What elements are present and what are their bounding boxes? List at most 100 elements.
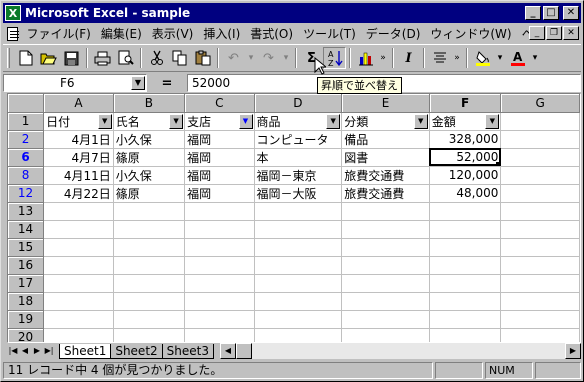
- worksheet[interactable]: A B C D E F G 1 日付 ▼ 氏名 ▼ 支店 ▼ 商品 ▼ 分類 ▼ 金額 ▼ …: [7, 93, 581, 343]
- cell[interactable]: [184, 292, 255, 311]
- row-header[interactable]: 17: [8, 274, 45, 293]
- cell[interactable]: [184, 274, 255, 293]
- workbook-minimize-button[interactable]: _: [529, 26, 545, 40]
- header-cell[interactable]: 支店 ▼: [184, 112, 255, 131]
- cell[interactable]: [113, 328, 186, 342]
- active-cell[interactable]: 52,000: [429, 148, 502, 167]
- column-header-a[interactable]: A: [43, 94, 114, 113]
- cell[interactable]: [43, 328, 114, 342]
- cell[interactable]: [254, 310, 343, 329]
- save-icon[interactable]: [60, 47, 83, 69]
- cell[interactable]: [500, 166, 580, 185]
- cell[interactable]: [113, 202, 186, 221]
- column-header-b[interactable]: B: [113, 94, 186, 113]
- cell[interactable]: [500, 238, 580, 257]
- cell[interactable]: 福岡: [184, 130, 255, 149]
- cell[interactable]: [113, 274, 186, 293]
- cell[interactable]: [500, 148, 580, 167]
- cell[interactable]: [113, 256, 186, 275]
- cell[interactable]: [500, 130, 580, 149]
- cell[interactable]: [341, 202, 430, 221]
- cell[interactable]: [429, 274, 502, 293]
- cell[interactable]: 48,000: [429, 184, 502, 203]
- cell[interactable]: [254, 202, 343, 221]
- open-folder-icon[interactable]: [37, 47, 60, 69]
- print-preview-icon[interactable]: [114, 47, 137, 69]
- cell[interactable]: [341, 238, 430, 257]
- workbook-restore-button[interactable]: ❐: [546, 26, 562, 40]
- row-header[interactable]: 15: [8, 238, 45, 257]
- row-header[interactable]: 1: [8, 112, 45, 131]
- row-header[interactable]: 14: [8, 220, 45, 239]
- cell[interactable]: 備品: [341, 130, 430, 149]
- cell[interactable]: 小久保: [113, 130, 186, 149]
- cell[interactable]: [254, 328, 343, 342]
- cell[interactable]: [429, 292, 502, 311]
- row-header[interactable]: 2: [8, 130, 45, 149]
- last-sheet-icon[interactable]: ▶|: [43, 344, 55, 358]
- next-sheet-icon[interactable]: ▶: [31, 344, 43, 358]
- menu-window[interactable]: ウィンドウ(W): [425, 25, 516, 42]
- cell[interactable]: [341, 256, 430, 275]
- header-cell[interactable]: 分類 ▼: [341, 112, 430, 131]
- copy-icon[interactable]: [168, 47, 191, 69]
- name-box-dropdown-icon[interactable]: ▼: [131, 76, 145, 90]
- cell[interactable]: 328,000: [429, 130, 502, 149]
- redo-icon[interactable]: ↷: [257, 47, 280, 69]
- cell[interactable]: [184, 202, 255, 221]
- font-color-icon[interactable]: A: [506, 47, 529, 69]
- cell[interactable]: 福岡: [184, 184, 255, 203]
- paste-icon[interactable]: [191, 47, 214, 69]
- column-header-g[interactable]: G: [500, 94, 580, 113]
- row-header[interactable]: 8: [8, 166, 45, 185]
- cut-icon[interactable]: [145, 47, 168, 69]
- cell[interactable]: [184, 310, 255, 329]
- chart-wizard-icon[interactable]: [354, 47, 377, 69]
- cell[interactable]: コンピュータ: [254, 130, 343, 149]
- cell[interactable]: [500, 220, 580, 239]
- sort-ascending-icon[interactable]: AZ: [323, 47, 346, 69]
- header-cell[interactable]: 商品 ▼: [254, 112, 343, 131]
- header-cell[interactable]: 氏名 ▼: [113, 112, 186, 131]
- cell[interactable]: [500, 328, 580, 342]
- scroll-right-icon[interactable]: ▶: [565, 343, 581, 359]
- cell[interactable]: [113, 292, 186, 311]
- toolbar-more-icon[interactable]: »: [451, 47, 463, 69]
- cell[interactable]: [341, 292, 430, 311]
- cell[interactable]: 本: [254, 148, 343, 167]
- name-box[interactable]: F6 ▼: [3, 74, 147, 92]
- menu-format[interactable]: 書式(O): [245, 25, 298, 42]
- cell[interactable]: [113, 238, 186, 257]
- horizontal-scrollbar[interactable]: ◀ ▶: [219, 343, 581, 359]
- cell[interactable]: [254, 220, 343, 239]
- cell[interactable]: 4月7日: [43, 148, 114, 167]
- autofilter-dropdown-icon[interactable]: ▼: [413, 113, 428, 129]
- close-button[interactable]: ✕: [563, 6, 579, 20]
- header-cell[interactable]: 日付 ▼: [43, 112, 114, 131]
- cell[interactable]: [500, 112, 580, 131]
- cell[interactable]: [429, 310, 502, 329]
- cell[interactable]: [429, 238, 502, 257]
- undo-dropdown-icon[interactable]: ▾: [245, 47, 257, 69]
- scroll-track[interactable]: [235, 343, 565, 359]
- cell[interactable]: [43, 292, 114, 311]
- italic-icon[interactable]: I: [397, 47, 420, 69]
- cell[interactable]: [43, 310, 114, 329]
- cell[interactable]: [500, 274, 580, 293]
- column-header-d[interactable]: D: [254, 94, 343, 113]
- cell[interactable]: 福岡: [184, 166, 255, 185]
- toolbar-more-icon[interactable]: »: [377, 47, 389, 69]
- first-sheet-icon[interactable]: |◀: [7, 344, 19, 358]
- tab-sheet1[interactable]: Sheet1: [59, 343, 112, 359]
- cell[interactable]: [341, 274, 430, 293]
- scroll-thumb[interactable]: [235, 343, 252, 359]
- scroll-left-icon[interactable]: ◀: [219, 343, 236, 359]
- fill-color-icon[interactable]: [471, 47, 494, 69]
- autofilter-dropdown-icon[interactable]: ▼: [169, 113, 184, 129]
- cell[interactable]: 図書: [341, 148, 430, 167]
- title-bar[interactable]: X Microsoft Excel - sample _ □ ✕: [3, 3, 581, 23]
- column-header-e[interactable]: E: [341, 94, 430, 113]
- cell[interactable]: [429, 202, 502, 221]
- tab-sheet3[interactable]: Sheet3: [161, 343, 214, 359]
- cell[interactable]: 4月22日: [43, 184, 114, 203]
